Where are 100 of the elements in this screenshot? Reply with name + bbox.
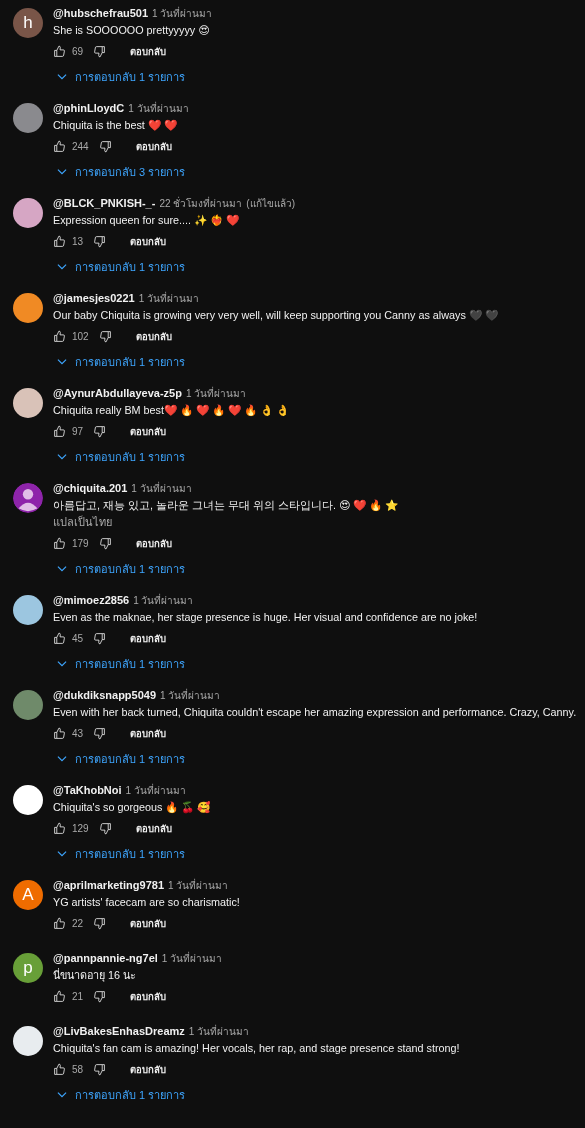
like-icon[interactable] [53, 536, 66, 550]
reply-button[interactable]: ตอบกลับ [129, 134, 178, 158]
comment-author[interactable]: @mimoez2856 [53, 594, 130, 606]
comment-time[interactable]: 1 วันที่ผ่านมา [138, 291, 200, 306]
like-count: 97 [72, 425, 84, 437]
like-icon[interactable] [53, 424, 66, 438]
like-icon[interactable] [53, 821, 66, 835]
like-icon[interactable] [53, 989, 66, 1003]
reply-button[interactable]: ตอบกลับ [124, 39, 173, 63]
comment-author[interactable]: @aprilmarketing9781 [53, 879, 164, 891]
avatar-photo-placeholder[interactable] [13, 1026, 43, 1056]
like-icon[interactable] [53, 1062, 66, 1076]
reply-button[interactable]: ตอบกลับ [124, 626, 173, 650]
like-count: 244 [72, 140, 89, 152]
dislike-icon[interactable] [98, 821, 112, 835]
like-icon[interactable] [53, 726, 66, 740]
avatar-silhouette-icon[interactable] [13, 483, 43, 513]
view-replies-button[interactable]: การตอบกลับ 1 รายการ [53, 650, 478, 678]
comment-author[interactable]: @BLCK_PNKISH-_- [53, 197, 156, 209]
like-icon[interactable] [53, 329, 66, 343]
comment-time[interactable]: 1 วันที่ผ่านมา [188, 1024, 250, 1039]
dislike-icon[interactable] [93, 989, 107, 1003]
like-count: 179 [72, 537, 89, 549]
dislike-icon[interactable] [93, 916, 107, 930]
comment-time[interactable]: 1 วันที่ผ่านมา [168, 878, 229, 893]
comment-author[interactable]: @phinLloydC [53, 102, 125, 114]
comment-text: Chiquita really BM best❤ 🔥 ❤ 🔥 ❤ 🔥 👌 👌 [53, 403, 289, 418]
dislike-icon[interactable] [98, 139, 112, 153]
comment-time[interactable]: 1 วันที่ผ่านมา [125, 783, 186, 798]
like-icon[interactable] [53, 631, 66, 645]
like-count: 21 [72, 990, 84, 1002]
dislike-icon[interactable] [93, 631, 107, 645]
avatar[interactable]: h [13, 8, 43, 38]
dislike-icon[interactable] [98, 329, 112, 343]
dislike-icon[interactable] [98, 536, 112, 550]
reply-button[interactable]: ตอบกลับ [124, 419, 173, 443]
comment-author[interactable]: @chiquita.201 [53, 482, 128, 494]
comment-time[interactable]: 1 วันที่ผ่านมา [128, 101, 189, 116]
reply-button[interactable]: ตอบกลับ [129, 324, 178, 348]
like-count: 43 [72, 727, 84, 739]
view-replies-button[interactable]: การตอบกลับ 1 รายการ [53, 253, 295, 281]
comment-time[interactable]: 22 ชั่วโมงที่ผ่านมา [159, 196, 243, 211]
translate-link[interactable]: แปลเป็นไทย [53, 514, 399, 531]
comment-author[interactable]: @LivBakesEnhasDreamz [53, 1025, 185, 1037]
view-replies-button[interactable]: การตอบกลับ 1 รายการ [53, 348, 498, 376]
comment-time[interactable]: 1 วันที่ผ่านมา [160, 688, 221, 703]
comment-author[interactable]: @dukdiksnapp5049 [53, 689, 157, 701]
avatar-photo-placeholder[interactable] [13, 293, 43, 323]
comment-author[interactable]: @pannpannie-ng7el [53, 952, 158, 964]
reply-button[interactable]: ตอบกลับ [129, 816, 178, 840]
like-count: 58 [72, 1063, 84, 1075]
comment-text: Chiquita's so gorgeous 🔥 🍒 🥰 [53, 800, 211, 816]
reply-button[interactable]: ตอบกลับ [124, 721, 173, 745]
like-count: 102 [72, 330, 89, 342]
like-icon[interactable] [53, 139, 66, 153]
view-replies-button[interactable]: การตอบกลับ 1 รายการ [53, 63, 213, 91]
comment-time[interactable]: 1 วันที่ผ่านมา [131, 481, 192, 496]
reply-button[interactable]: ตอบกลับ [129, 531, 178, 555]
comment-time[interactable]: 1 วันที่ผ่านมา [152, 6, 213, 21]
view-replies-button[interactable]: การตอบกลับ 1 รายการ [53, 443, 289, 471]
comment-text: Expression queen for sure.... ✨ ❤‍🔥 ❤ [53, 213, 241, 228]
like-count: 69 [72, 45, 84, 57]
like-count: 129 [72, 822, 89, 834]
comment-text: Chiquita's fan cam is amazing! Her vocals, her rap, and stage presence stand strong! [53, 1041, 460, 1056]
comment-time[interactable]: 1 วันที่ผ่านมา [185, 386, 247, 401]
comment-time[interactable]: 1 วันที่ผ่านมา [133, 593, 194, 608]
avatar-photo-placeholder[interactable] [13, 388, 43, 418]
avatar-photo-placeholder[interactable] [13, 198, 43, 228]
comment-author[interactable]: @TaKhobNoi [53, 784, 122, 796]
view-replies-button[interactable]: การตอบกลับ 1 รายการ [53, 745, 577, 773]
view-replies-button[interactable]: การตอบกลับ 1 รายการ [53, 840, 211, 868]
comment-text: Even as the maknae, her stage presence is huge. Her visual and confidence are no joke! [53, 610, 478, 625]
dislike-icon[interactable] [93, 44, 107, 58]
edited-label: (แก้ไขแล้ว) [246, 197, 295, 211]
like-count: 45 [72, 632, 84, 644]
comment-text: Chiquita is the best ❤ ❤ [53, 118, 178, 133]
reply-button[interactable]: ตอบกลับ [124, 984, 173, 1008]
comment-text: YG artists' facecam are so charismatic! [53, 895, 240, 910]
dislike-icon[interactable] [93, 726, 107, 740]
reply-button[interactable]: ตอบกลับ [124, 1057, 173, 1081]
comment-time[interactable]: 1 วันที่ผ่านมา [161, 951, 223, 966]
reply-button[interactable]: ตอบกลับ [124, 911, 173, 935]
comment-author[interactable]: @AynurAbdullayeva-z5p [53, 387, 182, 399]
comment-author[interactable]: @hubschefrau501 [53, 7, 149, 19]
view-replies-button[interactable]: การตอบกลับ 1 รายการ [53, 555, 399, 583]
dislike-icon[interactable] [93, 1062, 107, 1076]
view-replies-button[interactable]: การตอบกลับ 3 รายการ [53, 158, 189, 186]
reply-button[interactable]: ตอบกลับ [124, 229, 173, 253]
dislike-icon[interactable] [93, 424, 107, 438]
like-icon[interactable] [53, 44, 66, 58]
like-icon[interactable] [53, 916, 66, 930]
comment-text: Our baby Chiquita is growing very very well, will keep supporting you Canny as always 🖤 🖤 [53, 308, 498, 323]
comment-text: 아름답고, 재능 있고, 놀라운 그녀는 무대 위의 스타입니다. 😍 ❤ 🔥 ⭐ [53, 498, 399, 513]
view-replies-button[interactable]: การตอบกลับ 1 รายการ [53, 1081, 460, 1109]
comment-text: Even with her back turned, Chiquita couldn't escape her amazing expression and performance. Crazy, Canny. [53, 705, 577, 720]
avatar-photo-placeholder[interactable] [13, 595, 43, 625]
comment-author[interactable]: @jamesjes0221 [53, 292, 135, 304]
dislike-icon[interactable] [93, 234, 107, 248]
avatar-photo-placeholder[interactable] [13, 785, 43, 815]
like-icon[interactable] [53, 234, 66, 248]
